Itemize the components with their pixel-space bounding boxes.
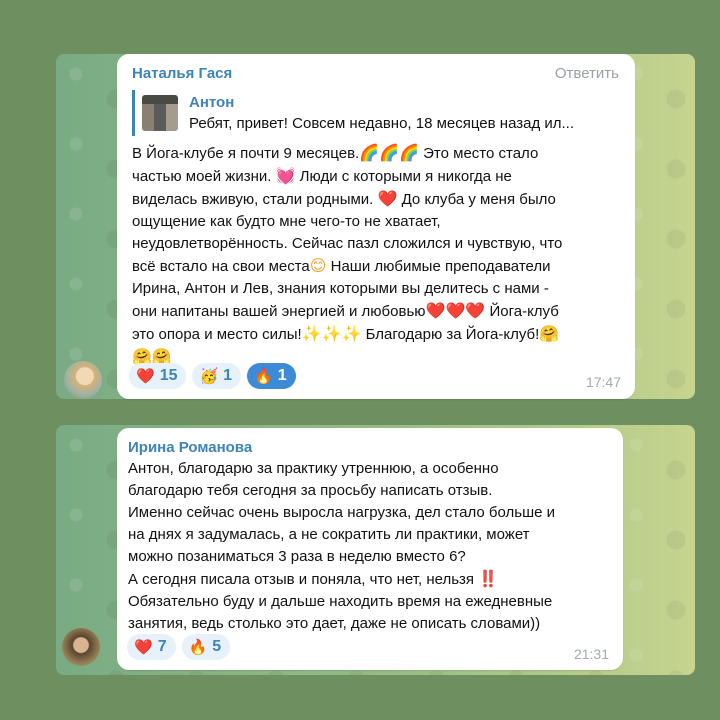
text-run: частью моей жизни. — [132, 168, 276, 185]
text-run: В Йога-клубе я почти 9 месяцев. — [132, 145, 360, 162]
reaction-heart[interactable]: ❤️ 15 — [129, 363, 187, 389]
heart-icon: ❤️ — [136, 367, 155, 385]
reactions-bar: ❤️ 7 🔥 5 — [127, 634, 231, 660]
text-run: А сегодня писала отзыв и поняла, что нет… — [128, 571, 479, 588]
pink-heart-emoji-icon: 💓 — [275, 166, 296, 185]
heart-icon: ❤️ — [134, 638, 153, 656]
text-run: благодарю тебя сегодня за просьбу написа… — [128, 482, 493, 499]
message-line: это опора и место силы!✨✨✨ Благодарю за … — [132, 323, 624, 346]
reply-button[interactable]: Ответить — [555, 65, 619, 82]
sparkles-emoji-icon: ✨✨✨ — [301, 324, 362, 343]
message-line: занятия, ведь столько это дает, даже не … — [128, 613, 612, 635]
reaction-count: 7 — [157, 638, 167, 655]
text-run: Именно сейчас очень выросла нагрузка, де… — [128, 504, 555, 521]
message-bubble: Наталья Гася Ответить Антон Ребят, приве… — [117, 54, 635, 399]
avatar[interactable] — [64, 361, 102, 399]
red-heart-emoji-icon: ❤️ — [377, 189, 398, 208]
message-line: Антон, благодарю за практику утреннюю, а… — [128, 458, 612, 480]
reaction-fire[interactable]: 🔥 1 — [247, 363, 296, 389]
reaction-heart[interactable]: ❤️ 7 — [127, 634, 176, 660]
text-run: Наши любимые преподаватели — [326, 258, 551, 275]
text-run: Йога-клуб — [485, 303, 559, 320]
message-bubble: Ирина Романова Антон, благодарю за практ… — [117, 428, 623, 670]
message-line: частью моей жизни. 💓 Люди с которыми я н… — [132, 165, 624, 188]
text-run: Благодарю за Йога-клуб! — [361, 326, 540, 343]
avatar[interactable] — [62, 628, 100, 666]
message-line: на днях я задумалась, а не сократить ли … — [128, 524, 612, 546]
reaction-count: 1 — [277, 367, 287, 384]
reaction-party[interactable]: 🥳 1 — [192, 363, 242, 389]
reply-quote[interactable]: Антон Ребят, привет! Совсем недавно, 18 … — [132, 90, 619, 136]
text-run: виделась вживую, стали родными. — [132, 191, 378, 208]
message-line: виделась вживую, стали родными. ❤️ До кл… — [132, 188, 624, 211]
rainbow-emoji-icon: 🌈🌈🌈 — [359, 143, 419, 162]
reaction-fire[interactable]: 🔥 5 — [181, 634, 231, 660]
reaction-count: 5 — [212, 638, 222, 655]
fire-icon: 🔥 — [188, 638, 208, 656]
smile-emoji-icon: 😊 — [309, 256, 327, 275]
reaction-count: 1 — [223, 367, 233, 384]
text-run: До клуба у меня было — [397, 191, 556, 208]
text-run: Ирина, Антон и Лев, знания которыми вы д… — [132, 280, 549, 297]
sender-name[interactable]: Ирина Романова — [128, 439, 252, 456]
quote-thumbnail — [142, 95, 178, 131]
double-exclamation-icon: ‼️ — [478, 569, 499, 588]
message-text: В Йога-клубе я почти 9 месяцев.🌈🌈🌈 Это м… — [132, 142, 624, 369]
quote-author: Антон — [189, 94, 235, 111]
reactions-bar: ❤️ 15 🥳 1 🔥 1 — [129, 363, 296, 389]
fire-icon: 🔥 — [254, 367, 273, 385]
red-heart-emoji-icon: ❤️❤️❤️ — [425, 301, 486, 320]
text-run: Люди с которыми я никогда не — [295, 168, 512, 185]
reaction-count: 15 — [159, 367, 178, 384]
text-run: Обязательно буду и дальше находить время… — [128, 593, 553, 610]
message-line: Именно сейчас очень выросла нагрузка, де… — [128, 502, 612, 524]
text-run: Антон, благодарю за практику утреннюю, а… — [128, 460, 499, 477]
message-line: неудовлетворённость. Сейчас пазл сложилс… — [132, 233, 624, 255]
party-face-icon: 🥳 — [199, 367, 219, 385]
text-run: ощущение как будто мне чего-то не хватае… — [132, 213, 441, 230]
sender-name[interactable]: Наталья Гася — [132, 65, 232, 82]
text-run: это опора и место силы! — [132, 326, 302, 343]
message-line: они напитаны вашей энергией и любовью❤️❤… — [132, 300, 624, 323]
text-run: они напитаны вашей энергией и любовью — [132, 303, 426, 320]
text-run: неудовлетворённость. Сейчас пазл сложилс… — [132, 235, 563, 252]
text-run: можно позаниматься 3 раза в неделю вмест… — [128, 548, 466, 565]
message-line: можно позаниматься 3 раза в неделю вмест… — [128, 546, 612, 568]
text-run: Это место стало — [418, 145, 539, 162]
hugging-emoji-icon: 🤗 — [539, 324, 560, 343]
message-line: Обязательно буду и дальше находить время… — [128, 591, 612, 613]
message-time: 17:47 — [585, 374, 621, 390]
text-run: на днях я задумалась, а не сократить ли … — [128, 526, 530, 543]
text-run: занятия, ведь столько это дает, даже не … — [128, 615, 541, 632]
message-text: Антон, благодарю за практику утреннюю, а… — [128, 458, 612, 635]
quote-text: Ребят, привет! Совсем недавно, 18 месяце… — [189, 115, 575, 132]
message-line: Ирина, Антон и Лев, знания которыми вы д… — [132, 278, 624, 300]
message-line: ощущение как будто мне чего-то не хватае… — [132, 211, 624, 233]
message-line: благодарю тебя сегодня за просьбу написа… — [128, 480, 612, 502]
message-line: А сегодня писала отзыв и поняла, что нет… — [128, 568, 612, 591]
message-line: В Йога-клубе я почти 9 месяцев.🌈🌈🌈 Это м… — [132, 142, 624, 165]
message-line: всё встало на свои места😊 Наши любимые п… — [132, 255, 624, 278]
text-run: всё встало на свои места — [132, 258, 310, 275]
message-time: 21:31 — [573, 646, 609, 662]
